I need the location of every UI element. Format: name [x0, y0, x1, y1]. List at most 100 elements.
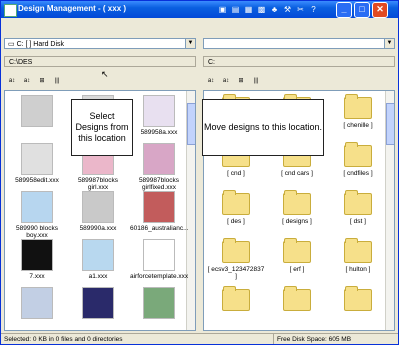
folder-item[interactable]: [ des ] — [207, 190, 265, 225]
design-item[interactable] — [8, 95, 66, 129]
right-view-toolbar: a↕ a↕ ⊞ ||| — [203, 73, 395, 89]
design-thumbnail — [82, 287, 114, 319]
right-scroll-thumb[interactable] — [386, 103, 394, 145]
network-icon[interactable]: ♣ — [269, 4, 280, 15]
design-thumbnail — [143, 191, 175, 223]
design-thumbnail — [21, 239, 53, 271]
design-thumbnail — [21, 287, 53, 319]
folder-label: [ hulton ] — [345, 266, 371, 273]
design-item[interactable]: airforcetemplate.xxx — [130, 239, 188, 280]
folder-icon — [344, 142, 372, 167]
design-thumbnail — [21, 143, 53, 175]
folder-icon — [344, 238, 372, 263]
left-callout: Select Designs from this location — [71, 99, 133, 156]
folder-icon[interactable]: ▤ — [230, 4, 241, 15]
view-list-icon[interactable]: ||| — [51, 75, 63, 87]
design-filename: 589987blocks girlfixed.xxx — [138, 177, 180, 191]
design-filename: 7.xxx — [29, 273, 45, 280]
sort-name-icon[interactable]: a↕ — [6, 75, 18, 87]
print-icon[interactable]: ▩ — [256, 4, 267, 15]
design-item[interactable] — [8, 287, 66, 321]
folder-label: [ cnd ] — [227, 170, 245, 177]
folder-item[interactable]: [ dst ] — [329, 190, 387, 225]
folder-icon — [222, 190, 250, 215]
close-button[interactable]: ✕ — [372, 2, 388, 18]
folder-item[interactable]: [ ecsv3_123472837 ] — [207, 238, 265, 280]
design-item[interactable] — [69, 287, 127, 321]
left-view-toolbar: a↕ a↕ ⊞ ||| — [4, 73, 196, 89]
design-filename: 589958a.xxx — [140, 129, 178, 136]
folder-item[interactable]: [ chenille ] — [329, 94, 387, 129]
view-grid-icon[interactable]: ⊞ — [235, 75, 247, 87]
folder-item[interactable] — [207, 286, 265, 314]
folder-item[interactable]: [ designs ] — [268, 190, 326, 225]
folder-label: [ des ] — [227, 218, 245, 225]
folder-icon — [344, 94, 372, 119]
design-management-window: Design Management - ( xxx ) ▣ ▤ ▦ ▩ ♣ ⚒ ✂? _ □… — [0, 0, 399, 345]
folder-open-icon[interactable]: ▣ — [217, 4, 228, 15]
design-thumbnail — [143, 143, 175, 175]
design-thumbnail — [143, 95, 175, 127]
view-grid-icon[interactable]: ⊞ — [36, 75, 48, 87]
folder-label: [ designs ] — [282, 218, 312, 225]
folder-label: [ cndfiles ] — [343, 170, 373, 177]
design-item[interactable]: 589958edit.xxx — [8, 143, 66, 184]
maximize-button[interactable]: □ — [354, 2, 370, 18]
folder-label: [ erf ] — [289, 266, 305, 273]
design-filename: airforcetemplate.xxx — [130, 273, 189, 280]
design-item[interactable]: 60186_australianc... — [130, 191, 189, 232]
design-thumbnail — [21, 191, 53, 223]
sort-name-icon[interactable]: a↕ — [205, 75, 217, 87]
folder-icon — [222, 286, 250, 311]
scissors-icon[interactable]: ✂ — [295, 4, 306, 15]
folder-label: [ ecsv3_123472837 ] — [207, 266, 265, 280]
design-item[interactable]: 589990a.xxx — [69, 191, 127, 232]
right-callout-text: Move designs to this location. — [203, 122, 323, 132]
design-thumbnail — [82, 239, 114, 271]
left-drive-select[interactable]: ▭ C: [ ] Hard Disk ▼ — [4, 38, 196, 49]
design-item[interactable]: 589990 blocks boy.xxx — [8, 191, 66, 239]
left-drive-value: C: [ ] Hard Disk — [16, 41, 65, 48]
design-filename: 589987blocks girl.xxx — [77, 177, 119, 191]
minimize-button[interactable]: _ — [336, 2, 352, 18]
view-list-icon[interactable]: ||| — [250, 75, 262, 87]
title-bar[interactable]: Design Management - ( xxx ) ▣ ▤ ▦ ▩ ♣ ⚒ ✂? _ □… — [1, 1, 398, 18]
design-thumbnail — [21, 95, 53, 127]
sort-size-icon[interactable]: a↕ — [21, 75, 33, 87]
sort-size-icon[interactable]: a↕ — [220, 75, 232, 87]
folder-label: [ cnd cars ] — [281, 170, 313, 177]
left-path: C:\DES — [4, 56, 196, 67]
design-filename: 589990 blocks boy.xxx — [16, 225, 58, 239]
design-item[interactable] — [130, 287, 188, 321]
chevron-down-icon[interactable]: ▼ — [384, 39, 394, 48]
folder-icon — [283, 190, 311, 215]
window-title: Design Management - ( xxx ) — [18, 4, 127, 13]
right-drive-select[interactable]: ▼ — [203, 38, 395, 49]
folder-item[interactable]: [ erf ] — [268, 238, 326, 273]
save-icon[interactable]: ▦ — [243, 4, 254, 15]
folder-item[interactable] — [329, 286, 387, 314]
design-filename: 589958edit.xxx — [15, 177, 59, 184]
design-item[interactable]: a1.xxx — [69, 239, 127, 280]
folder-icon — [222, 238, 250, 263]
help-icon[interactable]: ? — [308, 4, 319, 15]
chevron-down-icon[interactable]: ▼ — [185, 39, 195, 48]
design-filename: 589990a.xxx — [79, 225, 117, 232]
tools-icon[interactable]: ⚒ — [282, 4, 293, 15]
folder-icon — [283, 238, 311, 263]
design-item[interactable]: 589958a.xxx — [130, 95, 188, 136]
folder-item[interactable]: [ cndfiles ] — [329, 142, 387, 177]
folder-item[interactable]: [ hulton ] — [329, 238, 387, 273]
folder-label: [ chenille ] — [343, 122, 373, 129]
app-icon — [4, 4, 17, 17]
design-item[interactable]: 589987blocks girlfixed.xxx — [130, 143, 188, 191]
status-selected: Selected: 0 KB in 0 files and 0 director… — [1, 333, 273, 344]
folder-item[interactable] — [268, 286, 326, 314]
design-filename: a1.xxx — [88, 273, 108, 280]
design-thumbnail — [143, 287, 175, 319]
design-thumbnail — [143, 239, 175, 271]
design-filename: 60186_australianc... — [130, 225, 189, 232]
left-callout-text: Select Designs from this location — [75, 111, 129, 143]
left-scroll-thumb[interactable] — [187, 103, 195, 145]
design-item[interactable]: 7.xxx — [8, 239, 66, 280]
